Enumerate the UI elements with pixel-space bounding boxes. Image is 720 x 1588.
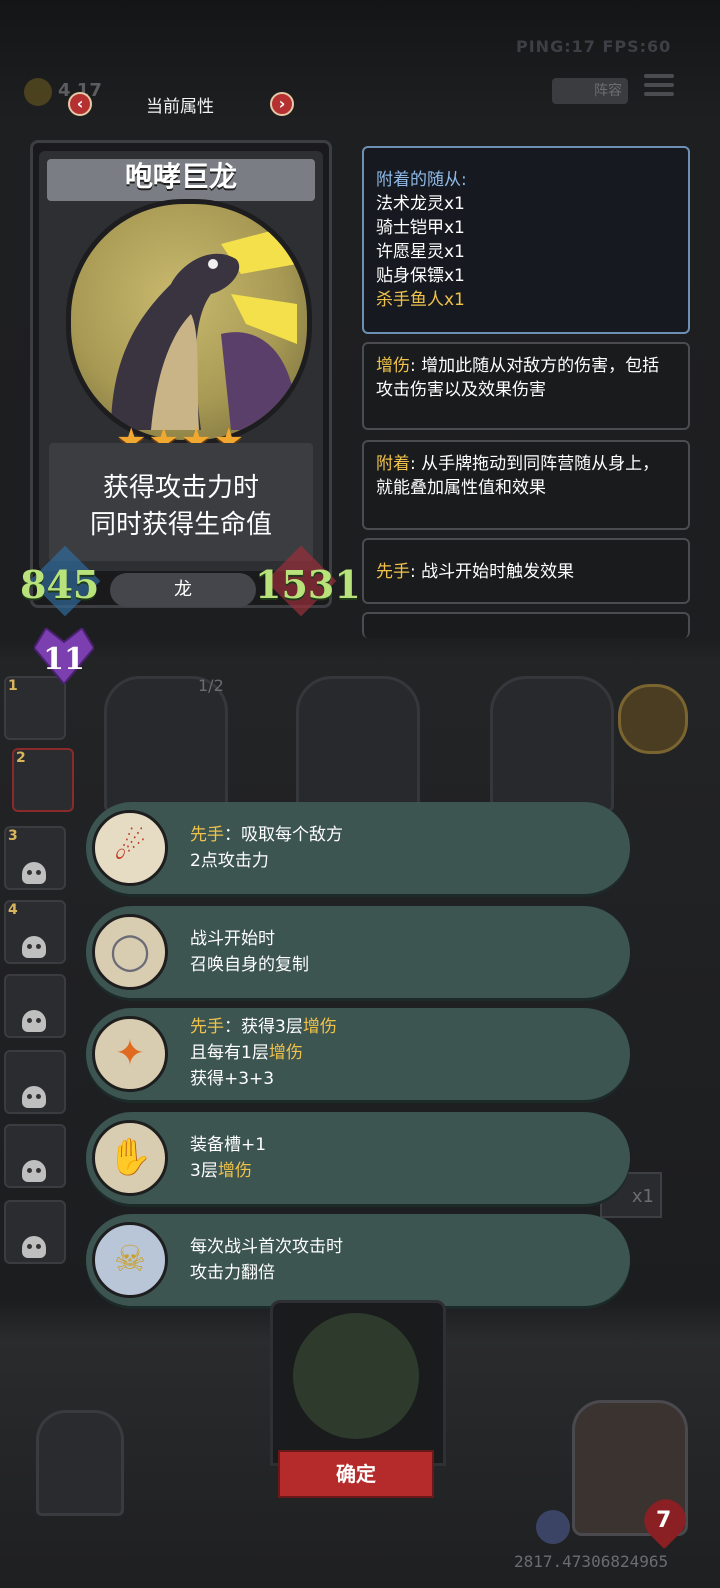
shop-slot[interactable]: [36, 1410, 124, 1516]
team-slot-4[interactable]: 4: [4, 900, 66, 964]
minion-card: 咆哮巨龙 ★★★★ 获得攻击力时 同时获得生命值: [30, 140, 332, 608]
tribe-label: 龙: [110, 573, 256, 607]
ability-row[interactable]: ✦ 先手：获得3层增伤 且每有1层增伤 获得+3+3: [86, 1008, 630, 1100]
skull-icon: [22, 1010, 46, 1032]
card-effect-text: 获得攻击力时 同时获得生命值: [89, 473, 272, 540]
round-token: [618, 684, 688, 754]
health-value: 1531: [255, 562, 361, 607]
keyword-panel-first-strike: 先手: 战斗开始时触发效果: [362, 538, 690, 604]
ability-row[interactable]: ☠ 每次战斗首次攻击时 攻击力翻倍: [86, 1214, 630, 1306]
team-slot-6[interactable]: [4, 1050, 66, 1114]
keyword-desc: : 增加此随从对敌方的伤害，包括攻击伤害以及效果伤害: [376, 356, 660, 400]
card-name: 咆哮巨龙: [124, 160, 237, 193]
board-minion-slot: [490, 676, 614, 812]
ability-text: 战斗开始时 召唤自身的复制: [190, 929, 309, 975]
team-slot-7[interactable]: [4, 1124, 66, 1188]
skull-icon: [22, 1086, 46, 1108]
ability-row[interactable]: ◯ 战斗开始时 召唤自身的复制: [86, 906, 630, 998]
menu-icon[interactable]: [644, 74, 674, 98]
team-slot-3[interactable]: 3: [4, 826, 66, 890]
keyword-desc: : 战斗开始时触发效果: [410, 562, 575, 582]
team-slot-1[interactable]: 1: [4, 676, 66, 740]
skull-icon: [22, 1236, 46, 1258]
skull-icon: [22, 1160, 46, 1182]
selected-minion-slot: [270, 1300, 446, 1466]
skull-icon: [22, 936, 46, 958]
ability-text: 先手：获得3层增伤 且每有1层增伤 获得+3+3: [190, 1017, 337, 1089]
beast-icon: ☠: [92, 1222, 168, 1298]
team-slot-8[interactable]: [4, 1200, 66, 1264]
torch-icon: ✦: [92, 1016, 168, 1092]
ability-text: 每次战斗首次攻击时 攻击力翻倍: [190, 1237, 343, 1283]
board-minion-slot: [296, 676, 420, 812]
keyword-name: 增伤: [376, 356, 410, 376]
keyword-name: 先手: [376, 562, 410, 582]
attached-item: 法术龙灵x1: [376, 194, 465, 214]
keyword-panel-partial: [362, 612, 690, 638]
ability-text: 先手：吸取每个敌方 2点攻击力: [190, 825, 343, 871]
skull-icon: [22, 862, 46, 884]
keyword-panel-attach: 附着: 从手牌拖动到同阵营随从身上，就能叠加属性值和效果: [362, 440, 690, 530]
attributes-title: 当前属性: [146, 97, 214, 117]
keyword-panel-damage-boost: 增伤: 增加此随从对敌方的伤害，包括攻击伤害以及效果伤害: [362, 342, 690, 430]
attached-item: 贴身保镖x1: [376, 266, 465, 286]
team-button[interactable]: 阵容: [552, 78, 628, 104]
keyword-name: 附着: [376, 454, 410, 474]
team-slot-5[interactable]: [4, 974, 66, 1038]
dragon-portrait: [66, 199, 312, 445]
shield-icon: [536, 1510, 570, 1544]
attached-item: 杀手鱼人x1: [376, 290, 465, 310]
ability-text: 装备槽+1 3层增伤: [190, 1135, 267, 1181]
ping-fps-readout: PING:17 FPS:60: [516, 37, 672, 56]
next-arrow-button[interactable]: ›: [270, 92, 294, 116]
level-number: 11: [43, 642, 85, 677]
attached-title: 附着的随从:: [376, 170, 467, 190]
attached-minions-panel: 附着的随从: 法术龙灵x1 骑士铠甲x1 许愿星灵x1 贴身保镖x1 杀手鱼人x…: [362, 146, 690, 334]
gauntlet-icon: ✋: [92, 1120, 168, 1196]
ability-row[interactable]: ✋ 装备槽+1 3层增伤: [86, 1112, 630, 1204]
prev-arrow-button[interactable]: ‹: [68, 92, 92, 116]
mirror-icon: ◯: [92, 914, 168, 990]
confirm-button[interactable]: 确定: [278, 1450, 434, 1498]
claws-icon: ☄: [92, 810, 168, 886]
attack-value: 845: [20, 562, 100, 607]
team-slot-2[interactable]: 2: [12, 748, 74, 812]
selected-minion-portrait: [293, 1313, 419, 1439]
keyword-desc: : 从手牌拖动到同阵营随从身上，就能叠加属性值和效果: [376, 454, 660, 498]
gold-coin-icon: [24, 78, 52, 106]
ability-row[interactable]: ☄ 先手：吸取每个敌方 2点攻击力: [86, 802, 630, 894]
turn-counter: 1/2: [198, 676, 224, 695]
score-readout: 2817.47306824965: [514, 1552, 669, 1571]
attached-item: 许愿星灵x1: [376, 242, 465, 262]
board-minion-slot: [104, 676, 228, 812]
hero-health-value: 7: [656, 1508, 672, 1533]
attached-item: 骑士铠甲x1: [376, 218, 465, 238]
